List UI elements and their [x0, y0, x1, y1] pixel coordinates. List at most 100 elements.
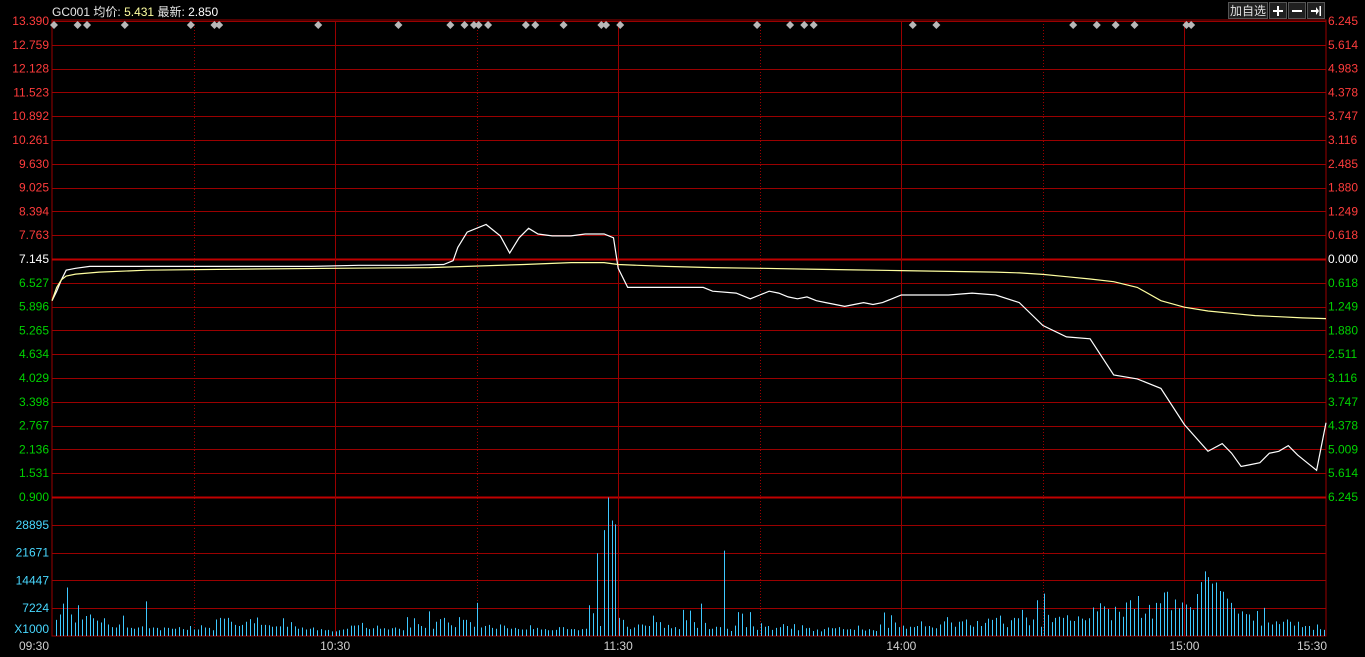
avg-label: 均价:	[93, 5, 121, 19]
grid	[51, 19, 1327, 637]
trade-marker	[616, 21, 625, 29]
trade-marker	[120, 21, 129, 29]
percent-tick-label: 1.249	[1328, 300, 1358, 314]
trade-marker	[460, 21, 469, 29]
time-tick-label: 14:00	[886, 639, 916, 653]
percent-tick-label: 1.880	[1328, 181, 1358, 195]
percent-tick-label: 0.618	[1328, 276, 1358, 290]
plus-icon	[1273, 6, 1283, 16]
price-tick-label: 0.900	[19, 490, 49, 504]
trade-marker	[484, 21, 493, 29]
time-tick-label: 15:00	[1169, 639, 1199, 653]
time-tick-label: 10:30	[320, 639, 350, 653]
trade-marker	[932, 21, 941, 29]
price-tick-label: 12.128	[12, 62, 49, 76]
price-tick-label: 2.767	[19, 419, 49, 433]
trade-marker	[394, 21, 403, 29]
volume-tick-label: 21671	[16, 546, 50, 560]
add-watchlist-button[interactable]: 加自选	[1228, 2, 1268, 19]
percent-tick-label: 5.009	[1328, 442, 1358, 456]
trade-marker	[531, 21, 540, 29]
trade-marker	[73, 21, 82, 29]
trade-marker	[908, 21, 917, 29]
percent-tick-label: 6.245	[1328, 490, 1358, 504]
average-line	[51, 262, 1327, 320]
avg-value: 5.431	[124, 5, 155, 19]
price-tick-label: 4.029	[19, 371, 49, 385]
trade-marker	[809, 21, 818, 29]
trade-marker	[559, 21, 568, 29]
percent-tick-label: 3.747	[1328, 395, 1358, 409]
volume-unit-label: X1000	[14, 622, 49, 636]
price-tick-label: 6.527	[19, 276, 49, 290]
trade-marker	[446, 21, 455, 29]
volume-tick-label: 7224	[22, 601, 49, 615]
axis-labels: 13.390 12.759 12.128 11.523 10.892 10.261 9.63…	[12, 14, 1358, 653]
percent-tick-label: 0.618	[1328, 228, 1358, 242]
price-tick-label: 7.145	[19, 252, 49, 266]
time-tick-label: 09:30	[19, 639, 49, 653]
zoom-out-button[interactable]	[1288, 2, 1306, 19]
zoom-in-button[interactable]	[1269, 2, 1287, 19]
price-tick-label: 1.531	[19, 466, 49, 480]
percent-tick-label: 6.245	[1328, 14, 1358, 28]
price-tick-label: 11.523	[13, 85, 49, 99]
percent-tick-label: 3.747	[1328, 109, 1358, 123]
percent-tick-label: 1.249	[1328, 204, 1358, 218]
last-label: 最新:	[157, 5, 185, 19]
trade-marker	[521, 21, 530, 29]
percent-tick-label: 2.511	[1328, 347, 1357, 361]
last-value: 2.850	[188, 5, 219, 19]
time-tick-label: 11:30	[604, 639, 633, 653]
price-tick-label: 10.261	[12, 133, 49, 147]
percent-tick-label: 4.983	[1328, 62, 1358, 76]
percent-tick-label: 4.378	[1328, 85, 1358, 99]
price-tick-label: 9.630	[19, 157, 49, 171]
trade-marker	[1111, 21, 1120, 29]
price-tick-label: 12.759	[12, 38, 49, 52]
trade-marker	[800, 21, 809, 29]
trade-marker	[215, 21, 224, 29]
price-tick-label: 9.025	[19, 181, 49, 195]
chart-frame	[51, 19, 1327, 637]
percent-tick-label: 0.000	[1328, 252, 1358, 266]
arrow-to-end-icon	[1311, 6, 1321, 16]
trade-marker	[602, 21, 611, 29]
price-tick-label: 3.398	[19, 395, 49, 409]
price-tick-label: 8.394	[19, 204, 49, 218]
price-tick-label: 4.634	[19, 347, 49, 361]
symbol-label: GC001	[52, 5, 91, 19]
trade-marker	[753, 21, 762, 29]
price-tick-label: 5.896	[19, 300, 49, 314]
minus-icon	[1292, 10, 1302, 12]
percent-tick-label: 1.880	[1328, 323, 1358, 337]
trade-marker	[1069, 21, 1078, 29]
percent-tick-label: 2.485	[1328, 157, 1358, 171]
price-tick-label: 10.892	[12, 109, 49, 123]
price-tick-label: 2.136	[19, 442, 49, 456]
price-tick-label: 7.763	[19, 228, 49, 242]
trade-marker	[786, 21, 795, 29]
chart-header: GC001 均价: 5.431 最新: 2.850	[52, 3, 218, 20]
price-line	[51, 223, 1327, 472]
trade-marker	[1130, 21, 1139, 29]
price-tick-label: 13.390	[12, 14, 49, 28]
volume-tick-label: 14447	[16, 573, 50, 587]
percent-tick-label: 5.614	[1328, 466, 1358, 480]
chart-canvas: 13.390 12.759 12.128 11.523 10.892 10.261 9.63…	[12, 14, 1358, 653]
price-tick-label: 5.265	[19, 323, 49, 337]
percent-tick-label: 3.116	[1328, 371, 1357, 385]
volume-bars	[56, 497, 1325, 636]
percent-tick-label: 4.378	[1328, 419, 1358, 433]
time-tick-label: 15:30	[1297, 639, 1327, 653]
trade-marker	[186, 21, 195, 29]
volume-tick-label: 28895	[16, 518, 50, 532]
trade-marker	[1092, 21, 1101, 29]
percent-tick-label: 5.614	[1328, 38, 1358, 52]
trade-marker	[83, 21, 92, 29]
trade-marker	[50, 21, 58, 29]
trade-marker	[474, 21, 483, 29]
price-lines	[51, 223, 1327, 472]
trade-marker	[1187, 21, 1196, 29]
goto-end-button[interactable]	[1307, 2, 1325, 19]
